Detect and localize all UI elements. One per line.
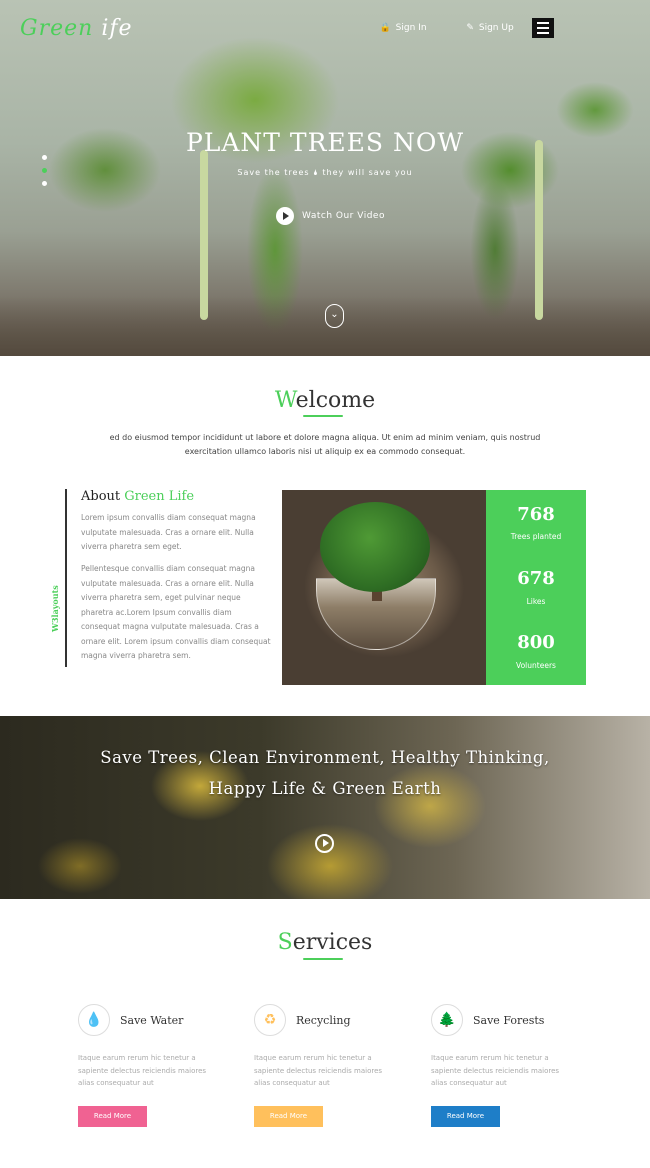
tree-globe-image [282, 490, 486, 685]
stat-label: Trees planted [510, 532, 562, 541]
read-more-button[interactable]: Read More [254, 1106, 323, 1127]
chevron-down-icon: ⌄ [330, 309, 339, 320]
hero-soil [0, 296, 650, 356]
recycle-icon: ♻ [254, 1004, 286, 1036]
service-desc: Itaque earum rerum hic tenetur a sapient… [78, 1054, 207, 1087]
read-more-button[interactable]: Read More [78, 1106, 147, 1127]
banner-line: Happy Life & Green Earth [208, 779, 442, 798]
scroll-down-button[interactable]: ⌄ [325, 304, 344, 328]
stat-label: Volunteers [516, 661, 556, 670]
title-divider [303, 415, 343, 417]
hero-title: PLANT TREES NOW [185, 128, 465, 157]
service-desc: Itaque earum rerum hic tenetur a sapient… [431, 1054, 560, 1087]
service-desc: Itaque earum rerum hic tenetur a sapient… [254, 1054, 383, 1087]
play-icon [276, 207, 294, 225]
plant-stem [535, 140, 543, 320]
about-paragraph: Lorem ipsum convallis diam consequat mag… [81, 513, 256, 551]
about-block: About Green Life Lorem ipsum convallis d… [65, 489, 271, 667]
vertical-label: W3layouts [50, 585, 60, 632]
hero-section: Green ife 🔒 Sign In ✎ Sign Up PLANT TREES … [0, 0, 650, 356]
service-title: Save Forests [473, 1014, 545, 1027]
stat-number: 678 [517, 568, 555, 589]
edit-icon: ✎ [466, 23, 474, 33]
hero-subtitle: Save the trees 🌢 they will save you [237, 168, 413, 177]
logo[interactable]: Green ife [20, 16, 133, 41]
lock-icon: 🔒 [379, 23, 391, 33]
welcome-text: ed do eiusmod tempor incididunt ut labor… [109, 433, 541, 456]
banner-line: Save Trees, Clean Environment, Healthy T… [100, 748, 550, 767]
hamburger-menu-button[interactable] [532, 18, 554, 38]
service-card: ♻ Recycling Itaque earum rerum hic tenet… [254, 1004, 414, 1134]
watch-video-button[interactable]: Watch Our Video [276, 207, 385, 225]
stat-number: 768 [517, 504, 555, 525]
stat-label: Likes [526, 597, 546, 606]
sign-up-link[interactable]: ✎ Sign Up [455, 18, 525, 38]
service-title: Save Water [120, 1014, 184, 1027]
slider-dot[interactable] [42, 181, 47, 186]
play-video-button[interactable] [315, 834, 334, 853]
service-title: Recycling [296, 1014, 351, 1027]
stats-panel: 768 Trees planted 678 Likes 800 Voluntee… [486, 490, 586, 685]
stat-number: 800 [517, 632, 555, 653]
banner-section: Save Trees, Clean Environment, Healthy T… [0, 716, 650, 899]
water-drop-icon: 💧 [78, 1004, 110, 1036]
title-divider [303, 958, 343, 960]
service-card: 💧 Save Water Itaque earum rerum hic tene… [78, 1004, 238, 1134]
sign-in-link[interactable]: 🔒 Sign In [368, 18, 438, 38]
about-paragraph: Pellentesque convallis diam consequat ma… [81, 564, 271, 660]
read-more-button[interactable]: Read More [431, 1106, 500, 1127]
tree-icon: 🌲 [431, 1004, 463, 1036]
about-title: About Green Life [81, 489, 195, 504]
welcome-title: Welcome [274, 388, 376, 413]
services-title: Services [277, 930, 373, 955]
service-card: 🌲 Save Forests Itaque earum rerum hic te… [431, 1004, 591, 1134]
